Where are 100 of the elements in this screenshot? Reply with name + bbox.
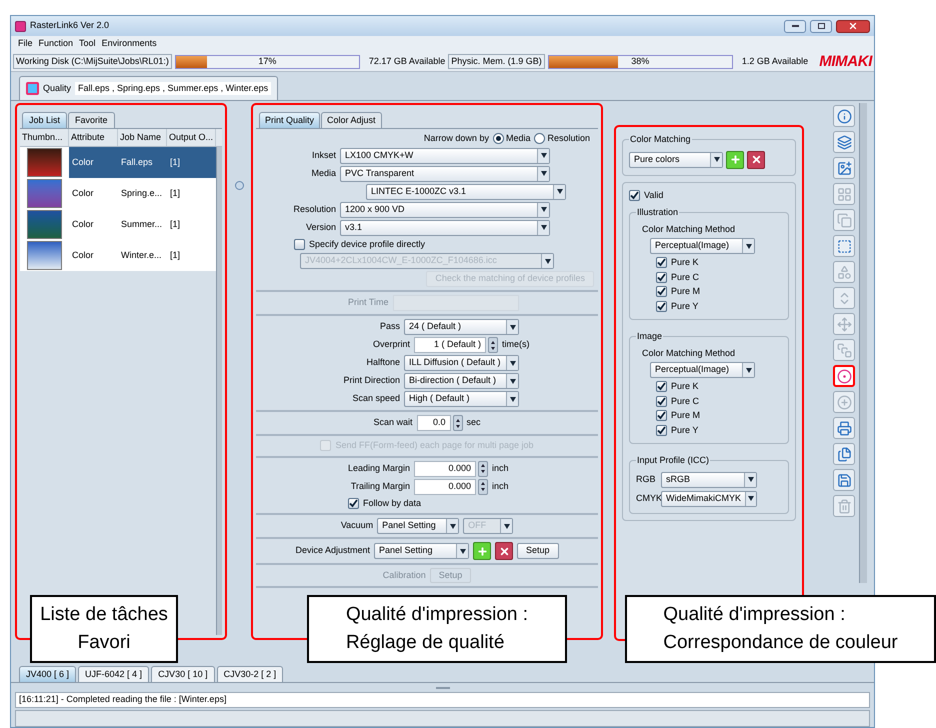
checkbox[interactable] (629, 190, 640, 201)
dropdown[interactable]: Pure colors (629, 152, 723, 168)
delete-button[interactable] (495, 542, 513, 560)
checkbox-label: Pure C (671, 270, 700, 284)
panel-tab[interactable]: Color Adjust (321, 112, 382, 128)
memory-available: 1.2 GB Available (742, 54, 808, 68)
dropdown[interactable]: LX100 CMYK+W (340, 148, 550, 164)
log-field: [16:11:21] - Completed reading the file : [Winter.eps] (15, 692, 870, 708)
number-field[interactable]: 0.0 (416, 415, 450, 431)
dropdown[interactable]: Perceptual(Image) (650, 238, 755, 254)
menu-item[interactable]: Environments (102, 37, 157, 51)
photo-placeholder (27, 210, 62, 239)
splitter-handle-icon[interactable] (234, 181, 244, 190)
table-cell: [1] (167, 147, 216, 178)
checkbox[interactable] (656, 272, 667, 283)
info-icon[interactable] (833, 105, 855, 127)
checkbox[interactable] (656, 396, 667, 407)
printer-tab[interactable]: CJV30 [ 10 ] (151, 666, 215, 682)
delete-button[interactable] (747, 150, 765, 168)
dropdown[interactable]: LINTEC E-1000ZC v3.1 (366, 184, 566, 200)
dashed-square-icon[interactable] (833, 235, 855, 257)
quality-tab[interactable]: Quality Fall.eps , Spring.eps , Summer.eps , Winter.eps (19, 76, 278, 100)
minimize-button[interactable] (784, 20, 806, 32)
menu-item[interactable]: Tool (79, 37, 96, 51)
radio-button[interactable] (492, 133, 504, 144)
dropdown[interactable]: Panel Setting (377, 518, 460, 534)
field-label: Resolution (293, 204, 336, 214)
add-button[interactable] (726, 150, 744, 168)
checkbox-label: Follow by data (363, 496, 422, 510)
checkbox-label: Specify device profile directly (309, 238, 426, 251)
files-icon[interactable] (833, 443, 855, 465)
radio-button[interactable] (534, 133, 546, 144)
checkbox[interactable] (656, 286, 667, 298)
spin-arrows-icon[interactable] (478, 478, 488, 494)
column-header[interactable]: Output O... (167, 129, 216, 146)
unit-label: time(s) (502, 338, 530, 352)
column-header[interactable]: Job Name (118, 129, 167, 146)
radio-label: Resolution (547, 132, 590, 145)
number-field[interactable]: 0.000 (414, 478, 476, 494)
scrollbar[interactable] (216, 147, 222, 635)
checkbox[interactable] (348, 498, 359, 509)
app-icon (15, 20, 26, 32)
job-row[interactable]: Color Winter.e... [1] (20, 240, 216, 271)
maximize-button[interactable] (810, 20, 832, 32)
number-field[interactable]: 1 ( Default ) (414, 337, 486, 353)
dropdown[interactable]: Perceptual(Image) (650, 362, 755, 378)
panel-tab[interactable]: Job List (22, 112, 68, 128)
dropdown[interactable]: 1200 x 900 VD (340, 202, 550, 218)
close-button[interactable] (836, 20, 870, 32)
column-header[interactable]: Thumbn... (20, 129, 69, 146)
spin-arrows-icon[interactable] (478, 460, 488, 476)
checkbox[interactable] (656, 410, 667, 422)
printer-tab[interactable]: JV400 [ 6 ] (19, 666, 76, 682)
number-field[interactable]: 0.000 (414, 460, 476, 476)
table-cell: Fall.eps (118, 147, 167, 178)
column-header[interactable]: Attribute (69, 129, 118, 146)
menu-item[interactable]: File (18, 37, 33, 51)
scrollbar[interactable] (859, 103, 867, 583)
setup-button[interactable]: Setup (517, 543, 559, 559)
checkbox[interactable] (656, 300, 667, 312)
job-row[interactable]: Color Summer... [1] (20, 209, 216, 240)
printer-tab[interactable]: UJF-6042 [ 4 ] (78, 666, 150, 682)
caret-icon (446, 519, 458, 533)
field-label: RGB (636, 472, 657, 486)
dropdown[interactable]: Panel Setting (374, 543, 469, 559)
layers-icon[interactable] (833, 131, 855, 153)
dropdown[interactable]: ILL Diffusion ( Default ) (404, 355, 519, 371)
dropdown[interactable]: v3.1 (340, 220, 550, 236)
window-title: RasterLink6 Ver 2.0 (30, 19, 110, 32)
job-row[interactable]: Color Spring.e... [1] (20, 178, 216, 209)
callout-label: Liste de tâches Favori (30, 595, 178, 663)
job-files-field: Fall.eps , Spring.eps , Summer.eps , Winter.eps (75, 82, 272, 96)
spin-arrows-icon[interactable] (452, 415, 462, 431)
dropdown[interactable]: High ( Default ) (404, 391, 519, 407)
color-ring-icon[interactable] (833, 365, 855, 387)
dropdown[interactable]: PVC Transparent (340, 166, 550, 182)
job-row[interactable]: Color Fall.eps [1] (20, 147, 216, 178)
printer-icon[interactable] (833, 417, 855, 439)
checkbox[interactable] (656, 257, 667, 268)
save-icon[interactable] (833, 469, 855, 491)
dropdown[interactable]: 24 ( Default ) (404, 319, 519, 335)
usage-percent: 38% (630, 56, 650, 68)
printer-tab[interactable]: CJV30-2 [ 2 ] (216, 666, 284, 682)
menu-item[interactable]: Function (38, 37, 74, 51)
caret-icon (456, 544, 468, 558)
dropdown[interactable]: Bi-direction ( Default ) (404, 373, 519, 389)
dropdown[interactable]: sRGB (661, 472, 757, 488)
spin-arrows-icon[interactable] (488, 337, 498, 353)
checkbox[interactable] (656, 381, 667, 392)
panel-tab[interactable]: Favorite (68, 112, 115, 128)
image-plus-icon[interactable] (833, 157, 855, 179)
field-label: Overprint (372, 339, 410, 350)
checkbox[interactable] (656, 424, 667, 436)
checkbox[interactable] (294, 238, 305, 250)
add-button[interactable] (473, 542, 491, 560)
checkbox-label: Pure M (671, 285, 700, 298)
dropdown[interactable]: WideMimakiCMYK (661, 490, 757, 506)
callout-label: Qualité d'impression : Réglage de qualité (307, 595, 567, 663)
field-label: Scan speed (352, 393, 400, 404)
panel-tab[interactable]: Print Quality (259, 112, 320, 128)
